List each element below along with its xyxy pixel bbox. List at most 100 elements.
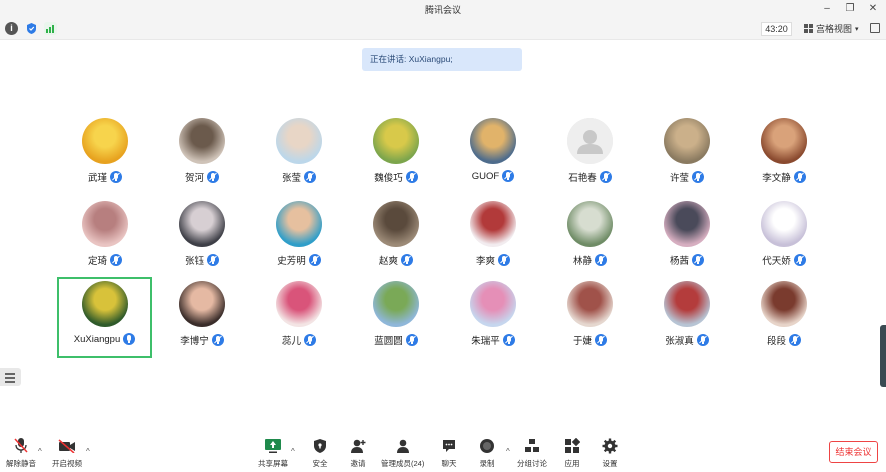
- participant-name-row: 朱瑞平: [445, 333, 541, 347]
- record-label: 录制: [479, 459, 495, 468]
- share-options-caret[interactable]: ^: [291, 447, 295, 456]
- manage-members-button[interactable]: 管理成员(24): [381, 437, 424, 469]
- fullscreen-icon[interactable]: [870, 23, 880, 33]
- window-title: 腾讯会议: [424, 5, 461, 15]
- avatar: [276, 281, 322, 327]
- avatar: [179, 118, 225, 164]
- chat-button[interactable]: 聊天: [440, 437, 458, 469]
- participant-tile[interactable]: 许莹: [639, 114, 735, 194]
- participant-tile[interactable]: 石艳春: [542, 114, 638, 194]
- participant-tile[interactable]: 代天娇: [736, 197, 832, 277]
- avatar: [567, 281, 613, 327]
- mic-muted-icon: [110, 171, 122, 183]
- avatar: [179, 201, 225, 247]
- participant-tile[interactable]: 史芳明: [251, 197, 347, 277]
- grid-view-icon: [804, 24, 813, 33]
- apps-button[interactable]: 应用: [563, 437, 581, 469]
- start-video-label: 开启视频: [52, 459, 82, 468]
- speaking-banner: 正在讲话: XuXiangpu;: [362, 48, 522, 71]
- participant-tile[interactable]: 蕊儿: [251, 277, 347, 357]
- mic-muted-icon: [789, 334, 801, 346]
- record-options-caret[interactable]: ^: [506, 447, 510, 456]
- minimize-icon[interactable]: –: [820, 2, 834, 15]
- participant-name-row: 杨茜: [639, 253, 735, 267]
- participant-tile[interactable]: 定琦: [57, 197, 153, 277]
- avatar: [567, 201, 613, 247]
- settings-button[interactable]: 设置: [601, 437, 619, 469]
- participant-name: 张钰: [184, 256, 204, 267]
- participant-name-row: 定琦: [57, 253, 153, 267]
- breakout-icon: [523, 437, 541, 454]
- participant-tile[interactable]: 魏俊巧: [348, 114, 444, 194]
- shield-icon[interactable]: [25, 22, 38, 35]
- participant-tile[interactable]: 张钰: [154, 197, 250, 277]
- participant-name-row: 李文静: [736, 170, 832, 184]
- record-button[interactable]: 录制: [478, 437, 496, 469]
- participant-name: 定琦: [87, 256, 107, 267]
- signal-icon[interactable]: [44, 22, 57, 35]
- invite-button[interactable]: 邀请: [349, 437, 367, 469]
- mic-muted-icon: [498, 254, 510, 266]
- view-mode-button[interactable]: 宫格视图 ▾: [800, 21, 863, 36]
- avatar: [82, 281, 128, 327]
- participant-tile[interactable]: GUOF: [445, 114, 541, 194]
- status-bar: i 43:20 宫格视图 ▾: [0, 18, 886, 40]
- participant-name: 朱瑞平: [471, 336, 500, 347]
- participant-tile[interactable]: 赵爽: [348, 197, 444, 277]
- participant-tile[interactable]: 李爽: [445, 197, 541, 277]
- mic-muted-icon: [502, 170, 515, 182]
- active-speaker-tile[interactable]: XuXiangpu: [57, 277, 152, 358]
- participant-tile[interactable]: 于婕: [542, 277, 638, 357]
- end-meeting-button[interactable]: 结束会议: [829, 441, 878, 463]
- unmute-button[interactable]: 解除静音: [6, 437, 36, 469]
- mic-options-caret[interactable]: ^: [38, 447, 42, 456]
- participant-name: 于婕: [572, 336, 592, 347]
- participant-tile[interactable]: 林静: [542, 197, 638, 277]
- participant-tile[interactable]: 杨茜: [639, 197, 735, 277]
- security-button[interactable]: 安全: [311, 437, 329, 469]
- bottom-toolbar: 解除静音 ^ 开启视频 ^ 共享屏幕 ^ 安全 邀请 管理成员(24) 聊天 录…: [0, 433, 886, 472]
- participant-tile[interactable]: 贺河: [154, 114, 250, 194]
- participant-name-row: 张钰: [154, 253, 250, 267]
- participant-name-row: 张莹: [251, 170, 347, 184]
- share-screen-label: 共享屏幕: [258, 459, 288, 468]
- chat-label: 聊天: [441, 459, 457, 468]
- info-icon[interactable]: i: [5, 22, 18, 35]
- mic-muted-icon: [502, 334, 515, 346]
- start-video-button[interactable]: 开启视频: [52, 437, 82, 469]
- participant-name-row: 赵爽: [348, 253, 444, 267]
- camera-off-icon: [58, 437, 76, 454]
- mic-active-icon: [123, 333, 136, 345]
- member-list-toggle[interactable]: [0, 368, 21, 386]
- video-options-caret[interactable]: ^: [86, 447, 90, 456]
- title-bar: 腾讯会议 – ❐ ✕: [0, 0, 886, 18]
- participant-tile[interactable]: 张淑真: [639, 277, 735, 357]
- participant-tile[interactable]: 武瑾: [57, 114, 153, 194]
- invite-label: 邀请: [350, 459, 366, 468]
- participant-tile[interactable]: 蓝圆圆: [348, 277, 444, 357]
- avatar: [664, 201, 710, 247]
- participant-name-row: 张淑真: [639, 333, 735, 347]
- share-screen-icon: [264, 437, 282, 454]
- participant-tile[interactable]: 李博宁: [154, 277, 250, 357]
- participant-name: 蕊儿: [281, 336, 301, 347]
- participant-tile[interactable]: 朱瑞平: [445, 277, 541, 357]
- meeting-window: 腾讯会议 – ❐ ✕ i 43:20 宫格视图 ▾ 正在讲话: XuXiangp…: [0, 0, 886, 472]
- share-screen-button[interactable]: 共享屏幕: [258, 437, 288, 469]
- avatar: [276, 118, 322, 164]
- participant-name: XuXiangpu: [73, 333, 121, 345]
- avatar: [82, 118, 128, 164]
- side-panel-handle[interactable]: [880, 325, 886, 387]
- chevron-down-icon: ▾: [855, 25, 859, 33]
- participant-name-row: 蓝圆圆: [348, 333, 444, 347]
- participant-tile[interactable]: 段段: [736, 277, 832, 357]
- participant-name: 蓝圆圆: [374, 336, 403, 347]
- participant-tile[interactable]: 李文静: [736, 114, 832, 194]
- maximize-icon[interactable]: ❐: [843, 2, 857, 15]
- participant-tile[interactable]: 张莹: [251, 114, 347, 194]
- participant-name: 杨茜: [669, 256, 689, 267]
- participant-name: 代天娇: [762, 256, 791, 267]
- participant-name: 赵爽: [378, 256, 398, 267]
- close-icon[interactable]: ✕: [866, 2, 880, 15]
- breakout-rooms-button[interactable]: 分组讨论: [517, 437, 547, 469]
